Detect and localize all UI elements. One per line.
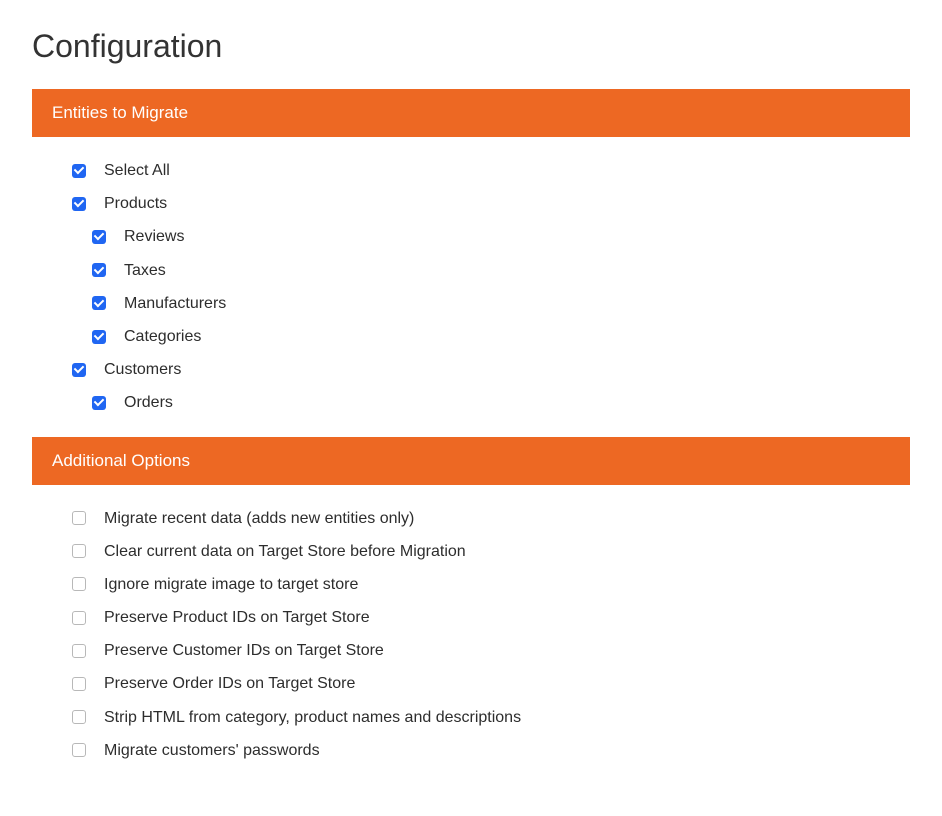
checkbox-clear-current-data-on-target-store-before-migration[interactable] [72,544,86,558]
checkbox-customers[interactable] [72,363,86,377]
checkbox-strip-html-from-category-product-names-and-descriptions[interactable] [72,710,86,724]
option-row-reviews: Reviews [92,227,910,246]
option-label: Migrate recent data (adds new entities o… [104,509,414,528]
checkbox-select-all[interactable] [72,164,86,178]
option-label: Strip HTML from category, product names … [104,708,521,727]
option-row-strip-html-from-category-product-names-and-descriptions: Strip HTML from category, product names … [72,708,910,727]
checkbox-preserve-order-ids-on-target-store[interactable] [72,677,86,691]
option-label: Categories [124,327,201,346]
option-label: Ignore migrate image to target store [104,575,358,594]
option-row-manufacturers: Manufacturers [92,294,910,313]
option-label: Clear current data on Target Store befor… [104,542,466,561]
option-row-categories: Categories [92,327,910,346]
checkbox-reviews[interactable] [92,230,106,244]
option-label: Preserve Customer IDs on Target Store [104,641,384,660]
entities-section-header: Entities to Migrate [32,89,910,137]
checkbox-taxes[interactable] [92,263,106,277]
option-row-ignore-migrate-image-to-target-store: Ignore migrate image to target store [72,575,910,594]
option-row-customers: Customers [72,360,910,379]
checkbox-products[interactable] [72,197,86,211]
option-row-orders: Orders [92,393,910,412]
checkbox-orders[interactable] [92,396,106,410]
option-label: Customers [104,360,181,379]
option-row-preserve-customer-ids-on-target-store: Preserve Customer IDs on Target Store [72,641,910,660]
option-row-clear-current-data-on-target-store-before-migration: Clear current data on Target Store befor… [72,542,910,561]
checkbox-migrate-recent-data-adds-new-entities-only[interactable] [72,511,86,525]
checkbox-ignore-migrate-image-to-target-store[interactable] [72,577,86,591]
checkbox-migrate-customers-passwords[interactable] [72,743,86,757]
option-label: Orders [124,393,173,412]
option-row-migrate-customers-passwords: Migrate customers' passwords [72,741,910,760]
option-label: Manufacturers [124,294,226,313]
option-row-preserve-order-ids-on-target-store: Preserve Order IDs on Target Store [72,674,910,693]
entities-options: Select All Products Reviews Taxes Manufactur… [32,161,910,437]
option-label: Taxes [124,261,166,280]
option-label: Preserve Order IDs on Target Store [104,674,355,693]
option-row-select-all: Select All [72,161,910,180]
option-row-preserve-product-ids-on-target-store: Preserve Product IDs on Target Store [72,608,910,627]
option-label: Select All [104,161,170,180]
checkbox-preserve-customer-ids-on-target-store[interactable] [72,644,86,658]
option-row-migrate-recent-data-adds-new-entities-only: Migrate recent data (adds new entities o… [72,509,910,528]
checkbox-categories[interactable] [92,330,106,344]
checkbox-manufacturers[interactable] [92,296,106,310]
additional-section-header: Additional Options [32,437,910,485]
option-label: Migrate customers' passwords [104,741,320,760]
option-row-taxes: Taxes [92,261,910,280]
option-row-products: Products [72,194,910,213]
option-label: Preserve Product IDs on Target Store [104,608,370,627]
checkbox-preserve-product-ids-on-target-store[interactable] [72,611,86,625]
additional-options: Migrate recent data (adds new entities o… [32,509,910,785]
option-label: Products [104,194,167,213]
option-label: Reviews [124,227,184,246]
page-title: Configuration [32,28,910,65]
